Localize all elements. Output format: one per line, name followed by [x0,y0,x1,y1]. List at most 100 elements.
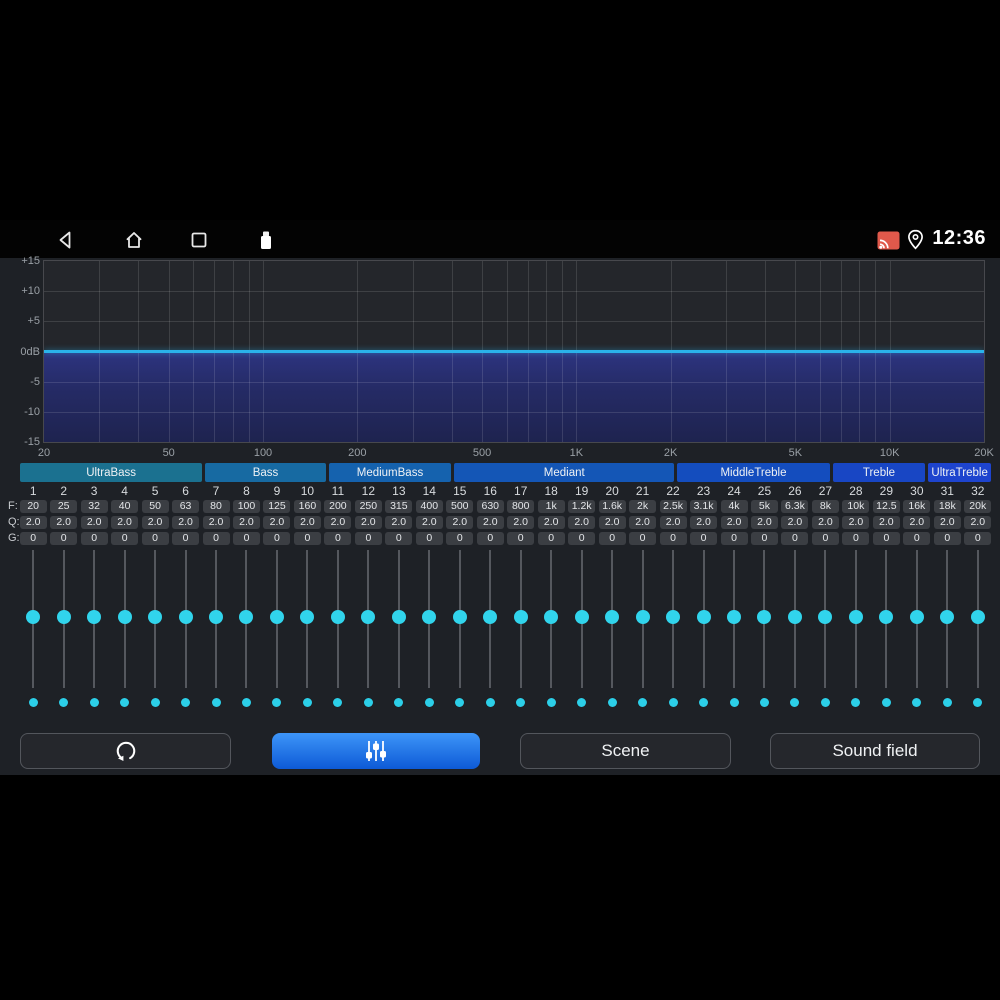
gain-slider-knob[interactable] [56,610,71,624]
gain-slider-knob[interactable] [452,610,467,624]
gain-slider-knob[interactable] [757,610,772,624]
gain-slider-knob[interactable] [666,610,681,624]
band-number: 22 [666,484,680,498]
band-column: 4 40 2.0 0 [110,484,140,545]
band-frequency-value: 12.5 [872,500,900,513]
gain-slider-knob[interactable] [696,610,711,624]
band-group-header[interactable]: UltraTreble [928,463,991,482]
gain-slider-knob[interactable] [422,610,437,624]
gain-slider-knob[interactable] [483,610,498,624]
band-q-value: 2.0 [598,516,626,529]
gain-slider-knob[interactable] [209,610,224,624]
gain-slider-knob[interactable] [300,610,315,624]
usb-device-icon[interactable] [255,229,277,251]
band-frequency-value: 20k [964,500,992,513]
gain-slider-knob[interactable] [940,610,955,624]
band-group-header[interactable]: MiddleTreble [677,463,830,482]
band-indicator-dot [302,698,312,707]
band-gain-value: 0 [50,532,78,545]
band-number: 28 [849,484,863,498]
band-indicator-dot [668,698,678,707]
band-group-header[interactable]: Treble [832,463,926,482]
band-indicator-dot [912,698,922,707]
gain-slider-knob[interactable] [87,610,102,624]
y-tick-label: -10 [24,405,40,418]
band-number: 10 [300,484,315,498]
cast-icon[interactable] [877,231,900,250]
band-q-value: 2.0 [232,516,260,529]
band-indicator-dot [120,698,130,707]
grid-line-horizontal [44,411,984,413]
gain-slider-knob[interactable] [239,610,254,624]
x-tick-label: 20 [37,447,51,459]
band-group-header[interactable]: Mediant [454,463,675,482]
band-gain-value: 0 [415,532,443,545]
band-frequency-value: 400 [415,500,443,513]
x-tick-label: 5K [788,447,803,459]
band-column: 13 315 2.0 0 [384,484,414,545]
band-column: 20 1.6k 2.0 0 [597,484,627,545]
x-tick-label: 10K [879,447,900,459]
gain-slider-knob[interactable] [970,610,985,624]
band-number: 17 [514,484,528,498]
gain-slider-knob[interactable] [330,610,345,624]
band-gain-value: 0 [324,532,352,545]
home-icon[interactable] [123,229,145,251]
band-indicator-dot [333,698,343,707]
gain-slider-knob[interactable] [727,610,741,624]
grid-line-horizontal [44,381,984,383]
band-indicator-dot [455,698,465,707]
grid-line-horizontal [44,321,984,323]
band-column: 17 800 2.0 0 [506,484,536,545]
band-number: 30 [910,484,924,498]
band-q-value: 2.0 [903,516,931,529]
band-group-header[interactable]: UltraBass [20,463,203,482]
gain-slider-knob[interactable] [513,610,528,624]
recents-icon[interactable] [188,229,210,251]
gain-slider-knob[interactable] [544,610,559,624]
gain-slider-knob[interactable] [178,610,193,624]
gain-slider-knob[interactable] [361,610,376,624]
band-indicator-dot [942,698,952,707]
band-number: 11 [331,484,345,498]
band-gain-value: 0 [507,532,535,545]
reset-button[interactable] [20,733,231,769]
band-frequency-value: 800 [507,500,535,513]
band-frequency-value: 63 [172,500,200,513]
band-q-value: 2.0 [446,516,474,529]
band-frequency-value: 40 [111,500,139,513]
band-q-value: 2.0 [324,516,352,529]
gain-slider-knob[interactable] [26,610,41,624]
equalizer-button[interactable] [272,733,480,769]
gain-slider-knob[interactable] [148,610,163,624]
scene-button[interactable]: Scene [520,733,731,769]
sound-field-button[interactable]: Sound field [770,733,980,769]
band-group-header[interactable]: MediumBass [328,463,452,482]
band-q-value: 2.0 [415,516,443,529]
band-indicator-dot [241,698,251,707]
band-group-header[interactable]: Bass [205,463,326,482]
band-number: 19 [574,484,589,498]
gain-slider-knob[interactable] [635,610,650,624]
gain-slider-knob[interactable] [909,610,924,624]
band-indicator-dot [790,698,800,707]
band-indicator-dot [150,698,160,707]
gain-slider-knob[interactable] [605,610,620,624]
gain-slider-knob[interactable] [391,610,406,624]
gain-slider-knob[interactable] [269,610,284,624]
gain-slider-knob[interactable] [879,610,894,624]
gain-slider-knob[interactable] [818,610,833,624]
band-q-value: 2.0 [750,516,778,529]
gain-slider-knob[interactable] [787,610,802,624]
band-gain-value: 0 [232,532,260,545]
band-frequency-value: 630 [476,500,504,513]
gain-slider-knob[interactable] [117,610,132,624]
gain-slider-knob[interactable] [574,610,589,624]
band-number: 27 [818,484,833,498]
band-number: 24 [727,484,741,498]
band-number: 20 [605,484,619,498]
band-frequency-value: 1k [537,500,565,513]
back-icon[interactable] [55,229,77,251]
gain-slider-knob[interactable] [848,610,863,624]
band-gain-value: 0 [629,532,657,545]
